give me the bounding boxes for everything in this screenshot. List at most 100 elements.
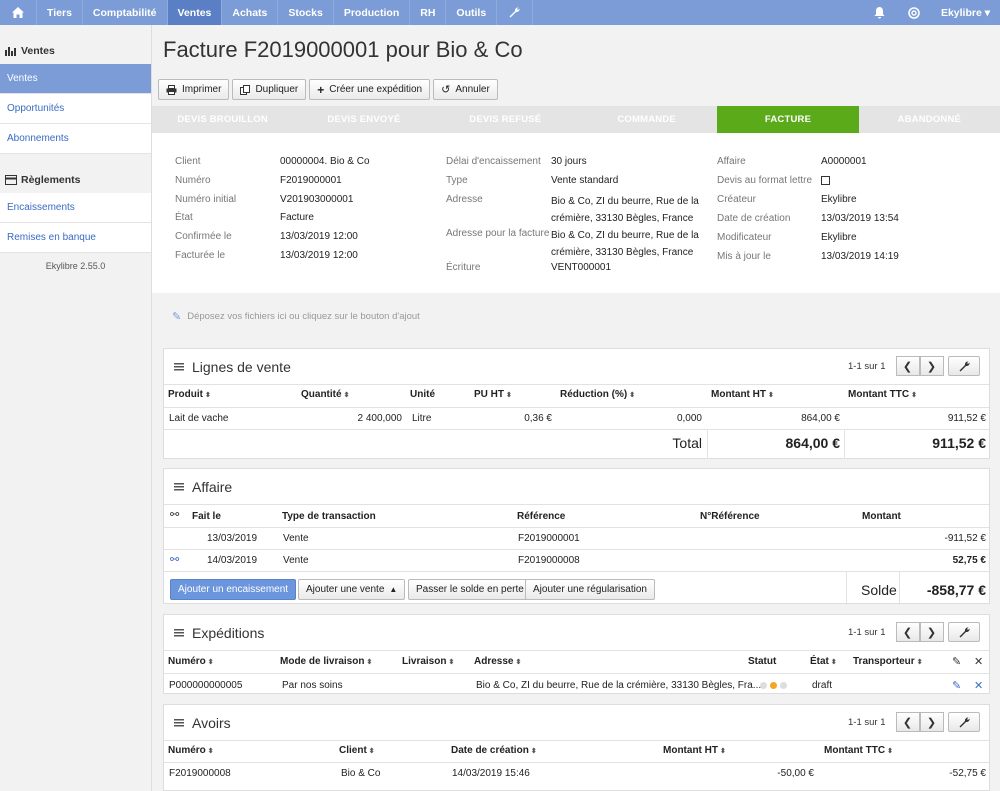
wrench-icon[interactable] — [497, 0, 534, 25]
col-montant-ht[interactable]: Montant HT ⬍ — [663, 745, 726, 756]
sidebar-item-abonnements[interactable]: Abonnements — [0, 124, 151, 154]
nav-outils[interactable]: Outils — [446, 0, 498, 25]
col-mode-livraison-label: Mode de livraison — [280, 656, 365, 667]
client-link[interactable]: 00000004. Bio & Co — [280, 155, 370, 171]
bell-icon[interactable] — [863, 0, 897, 25]
list-icon — [174, 629, 184, 640]
col-montant-ht[interactable]: Montant HT ⬍ — [711, 389, 774, 400]
pager: 1-1 sur 1 ❮ ❯ — [848, 712, 944, 732]
panel-title: Avoirs — [192, 715, 231, 731]
col-montant-ttc-label: Montant TTC — [848, 389, 910, 400]
status-light-green — [780, 682, 787, 689]
settings-button[interactable] — [948, 622, 980, 642]
next-page-button[interactable]: ❯ — [919, 712, 944, 732]
sidebar-section-label: Ventes — [21, 44, 55, 57]
affaire-row1-ref[interactable]: F2019000001 — [518, 533, 580, 544]
createur-value: Ekylibre — [821, 194, 857, 205]
col-adresse[interactable]: Adresse ⬍ — [474, 656, 521, 667]
solde-label: Solde — [861, 582, 897, 598]
avoir-numero[interactable]: F2019000008 — [169, 768, 231, 779]
col-numero[interactable]: Numéro ⬍ — [168, 745, 214, 756]
col-produit[interactable]: Produit ⬍ — [168, 389, 211, 400]
next-page-button[interactable]: ❯ — [919, 622, 944, 642]
expedition-adresse: Bio & Co, ZI du beurre, Rue de la crémiè… — [476, 680, 762, 691]
edit-all-icon[interactable]: ✎ — [952, 655, 961, 668]
write-off-button[interactable]: Passer le solde en perte — [408, 579, 532, 600]
col-livraison[interactable]: Livraison ⬍ — [402, 656, 454, 667]
ecriture-link[interactable]: VENT000001 — [551, 261, 611, 277]
col-transporteur[interactable]: Transporteur ⬍ — [853, 656, 923, 667]
total-label: Total — [672, 435, 702, 451]
nav-production[interactable]: Production — [334, 0, 411, 25]
prev-page-button[interactable]: ❮ — [895, 356, 920, 376]
col-montant-ht-label: Montant HT — [711, 389, 766, 400]
col-quantite-label: Quantité — [301, 389, 342, 400]
client-label: Client — [175, 156, 201, 167]
affaire-row2-amount: 52,75 € — [952, 555, 986, 566]
devis-lettre-checkbox[interactable] — [821, 176, 830, 185]
col-reduction[interactable]: Réduction (%) ⬍ — [560, 389, 635, 400]
settings-button[interactable] — [948, 712, 980, 732]
sidebar-item-ventes[interactable]: Ventes — [0, 64, 151, 94]
adresse-facture-line2: crémière, 33130 Bègles, France — [551, 247, 694, 258]
nav-ventes[interactable]: Ventes — [167, 0, 223, 25]
add-sale-button[interactable]: Ajouter une vente ▲ — [298, 579, 406, 600]
panel-title: Expéditions — [192, 625, 265, 641]
nav-achats[interactable]: Achats — [222, 0, 279, 25]
home-icon[interactable] — [0, 0, 37, 25]
user-menu[interactable]: Ekylibre ▾ — [931, 7, 1000, 19]
cell-produit: Lait de vache — [169, 413, 229, 424]
chart-icon — [5, 46, 16, 56]
date-creation-value: 13/03/2019 13:54 — [821, 213, 899, 224]
create-shipment-label: Créer une expédition — [329, 84, 423, 95]
col-mode-livraison[interactable]: Mode de livraison ⬍ — [280, 656, 372, 667]
edit-icon[interactable]: ✎ — [952, 679, 961, 692]
delete-all-icon[interactable]: ✕ — [974, 655, 983, 668]
nav-stocks[interactable]: Stocks — [278, 0, 334, 25]
col-montant: Montant — [862, 511, 901, 522]
delete-icon[interactable]: ✕ — [974, 679, 983, 692]
affaire-link[interactable]: A0000001 — [821, 155, 867, 171]
settings-button[interactable] — [948, 356, 980, 376]
expedition-numero[interactable]: P000000000005 — [169, 680, 242, 691]
cancel-button[interactable]: ↺ Annuler — [433, 79, 498, 100]
panel-expeditions: Expéditions 1-1 sur 1 ❮ ❯ Numéro ⬍ Mode d… — [163, 614, 990, 694]
col-montant-ttc-label: Montant TTC — [824, 745, 886, 756]
col-date-creation[interactable]: Date de création ⬍ — [451, 745, 537, 756]
nav-rh[interactable]: RH — [410, 0, 447, 25]
help-icon[interactable] — [897, 0, 931, 25]
panel-title: Affaire — [192, 479, 233, 495]
col-etat[interactable]: État ⬍ — [810, 656, 837, 667]
nav-tiers[interactable]: Tiers — [37, 0, 83, 25]
unlink-icon[interactable]: ⚯ — [170, 553, 179, 566]
cell-unite: Litre — [412, 413, 432, 424]
panel-title: Lignes de vente — [192, 359, 291, 375]
add-regularisation-button[interactable]: Ajouter une régularisation — [525, 579, 655, 600]
col-montant-ttc[interactable]: Montant TTC ⬍ — [848, 389, 917, 400]
col-client[interactable]: Client ⬍ — [339, 745, 375, 756]
nav-comptabilite[interactable]: Comptabilité — [83, 0, 168, 25]
file-dropzone[interactable]: ✎ Déposez vos fichiers ici ou cliquez su… — [152, 293, 1000, 339]
affaire-row2-ref[interactable]: F2019000008 — [518, 555, 580, 566]
prev-page-button[interactable]: ❮ — [895, 712, 920, 732]
col-pu-ht[interactable]: PU HT ⬍ — [474, 389, 512, 400]
affaire-label: Affaire — [717, 156, 746, 167]
sidebar-item-encaissements[interactable]: Encaissements — [0, 193, 151, 223]
sidebar-item-opportunites[interactable]: Opportunités — [0, 94, 151, 124]
sidebar-section-label: Règlements — [21, 173, 81, 186]
duplicate-button[interactable]: Dupliquer — [232, 79, 307, 100]
next-page-button[interactable]: ❯ — [919, 356, 944, 376]
add-payment-button[interactable]: Ajouter un encaissement — [170, 579, 297, 600]
date-creation-label: Date de création — [717, 213, 791, 224]
add-sale-label: Ajouter une vente — [306, 584, 385, 595]
print-button[interactable]: Imprimer — [158, 79, 230, 100]
dropzone-text: Déposez vos fichiers ici ou cliquez sur … — [187, 310, 420, 322]
create-shipment-button[interactable]: + Créer une expédition — [309, 79, 431, 100]
expedition-mode: Par nos soins — [282, 680, 343, 691]
sidebar-item-remises[interactable]: Remises en banque — [0, 223, 151, 253]
col-montant-ttc[interactable]: Montant TTC ⬍ — [824, 745, 893, 756]
ecriture-label: Écriture — [446, 262, 481, 273]
col-quantite[interactable]: Quantité ⬍ — [301, 389, 349, 400]
prev-page-button[interactable]: ❮ — [895, 622, 920, 642]
col-numero[interactable]: Numéro ⬍ — [168, 656, 214, 667]
